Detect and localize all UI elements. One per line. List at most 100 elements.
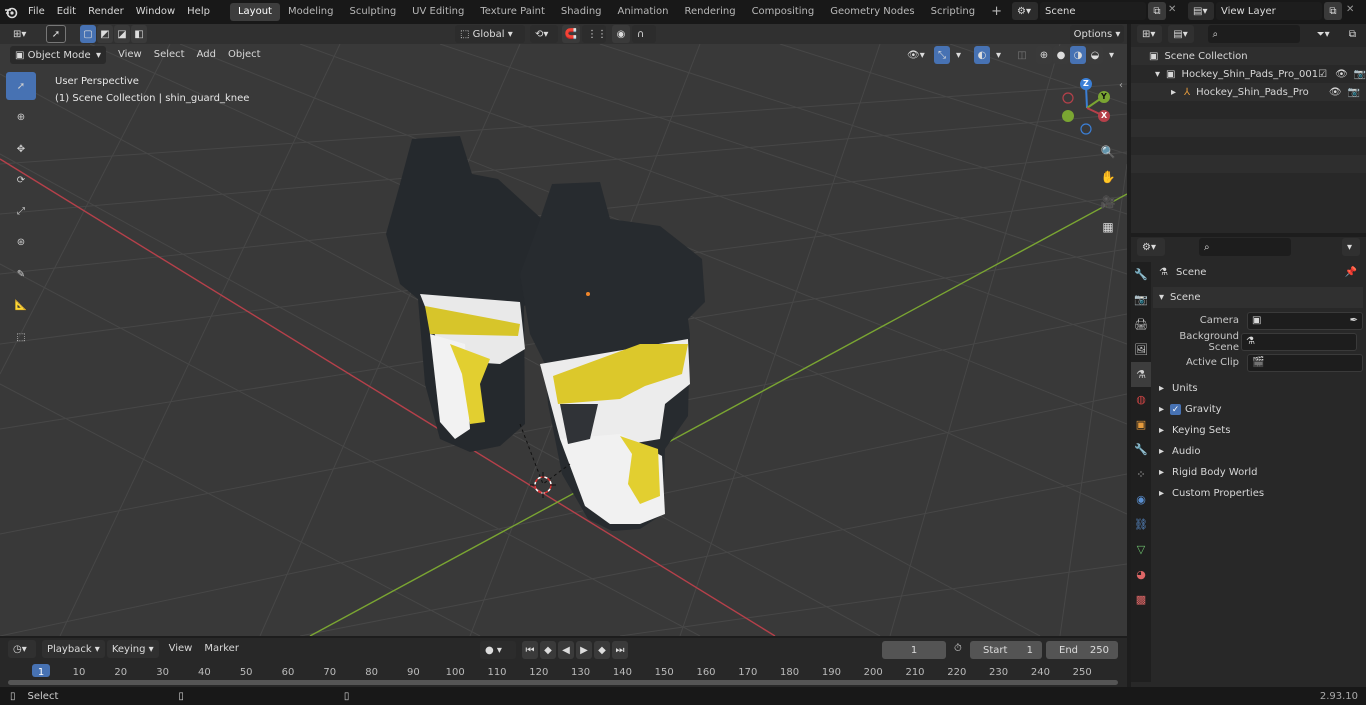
units-panel[interactable]: ▸ Units bbox=[1153, 378, 1363, 399]
zoom-view-icon[interactable]: 🔍 bbox=[1097, 141, 1119, 163]
preview-range-icon[interactable]: ⏱ bbox=[954, 643, 962, 654]
outliner-filter-icon[interactable]: ⏷▾ bbox=[1312, 25, 1339, 43]
scale-tool-icon[interactable]: ⤢ bbox=[6, 197, 36, 225]
outliner-search-field[interactable]: ⌕ bbox=[1207, 25, 1300, 43]
tab-uv-editing[interactable]: UV Editing bbox=[404, 3, 472, 21]
camera-view-icon[interactable]: 🎥 bbox=[1097, 191, 1119, 213]
outliner-editor-type-icon[interactable]: ⊞▾ bbox=[1137, 25, 1163, 43]
tab-scripting[interactable]: Scripting bbox=[923, 3, 983, 21]
pivot-point-dropdown[interactable]: ⟲▾ bbox=[530, 25, 558, 43]
scene-tab-icon[interactable]: ⚗ bbox=[1131, 362, 1151, 387]
modifier-tab-icon[interactable]: 🔧 bbox=[1131, 437, 1151, 462]
tool-tab-icon[interactable]: 🔧 bbox=[1131, 262, 1151, 287]
tab-geometry-nodes[interactable]: Geometry Nodes bbox=[822, 3, 922, 21]
properties-editor-type-icon[interactable]: ⚙▾ bbox=[1137, 238, 1165, 256]
expand-chevron-icon[interactable]: ▾ bbox=[1155, 69, 1160, 80]
select-box-mode-icon[interactable]: ▢ bbox=[80, 25, 96, 43]
select-subtract-mode-icon[interactable]: ◪ bbox=[114, 25, 130, 43]
tab-texture-paint[interactable]: Texture Paint bbox=[472, 3, 553, 21]
measure-tool-icon[interactable]: 📐 bbox=[6, 291, 36, 319]
include-checkbox-icon[interactable]: ☑ bbox=[1318, 69, 1327, 80]
outliner-item-scene-collection[interactable]: ▣ Scene Collection bbox=[1131, 47, 1366, 65]
timeline-menu-marker[interactable]: Marker bbox=[198, 637, 245, 661]
world-tab-icon[interactable]: ◍ bbox=[1131, 387, 1151, 412]
annotate-tool-icon[interactable]: ✎ bbox=[6, 260, 36, 288]
menu-edit[interactable]: Edit bbox=[51, 0, 82, 24]
add-cube-tool-icon[interactable]: ⬚ bbox=[6, 323, 36, 351]
gizmo-toggle-icon[interactable]: ⤡ bbox=[934, 46, 950, 64]
menu-render[interactable]: Render bbox=[82, 0, 130, 24]
viewport-menu-select[interactable]: Select bbox=[148, 43, 191, 67]
render-camera-icon[interactable]: 📷 bbox=[1354, 69, 1366, 80]
record-keyframe-button[interactable]: ● ▾ bbox=[480, 641, 516, 659]
remove-scene-icon[interactable]: ✕ bbox=[1168, 4, 1176, 15]
ortho-toggle-icon[interactable]: ▦ bbox=[1097, 216, 1119, 238]
select-box-tool-icon[interactable]: ➚ bbox=[6, 72, 36, 100]
3d-cursor-icon[interactable] bbox=[530, 472, 556, 498]
active-clip-field[interactable]: 🎬 bbox=[1247, 353, 1363, 372]
transform-tool-icon[interactable]: ⊛ bbox=[6, 228, 36, 256]
play-icon[interactable]: ▶ bbox=[576, 641, 592, 659]
select-extend-mode-icon[interactable]: ◩ bbox=[97, 25, 113, 43]
camera-field[interactable]: ▣ ✒ bbox=[1247, 311, 1363, 330]
outliner-display-mode-icon[interactable]: ▤▾ bbox=[1168, 25, 1194, 43]
gizmo-dropdown[interactable]: ▾ bbox=[951, 46, 965, 64]
proportional-edit-icon[interactable]: ◉ bbox=[612, 25, 630, 43]
render-tab-icon[interactable]: 📷 bbox=[1131, 287, 1151, 312]
tab-compositing[interactable]: Compositing bbox=[744, 3, 823, 21]
shading-dropdown[interactable]: ▾ bbox=[1104, 46, 1118, 64]
particles-tab-icon[interactable]: ⁘ bbox=[1131, 462, 1151, 487]
texture-tab-icon[interactable]: ▩ bbox=[1131, 587, 1151, 612]
gravity-checkbox-icon[interactable]: ✓ bbox=[1170, 404, 1182, 415]
jump-end-icon[interactable]: ⏭ bbox=[612, 641, 628, 659]
expand-chevron-icon[interactable]: ▾ bbox=[1159, 292, 1164, 303]
pan-view-icon[interactable]: ✋ bbox=[1097, 166, 1119, 188]
physics-tab-icon[interactable]: ◉ bbox=[1131, 487, 1151, 512]
timeline-menu-keying[interactable]: Keying ▾ bbox=[106, 640, 159, 658]
cursor-tool-icon[interactable]: ⊕ bbox=[6, 103, 36, 131]
new-view-layer-button[interactable]: ⧉ bbox=[1324, 2, 1342, 20]
rotate-tool-icon[interactable]: ⟳ bbox=[6, 166, 36, 194]
select-invert-mode-icon[interactable]: ◧ bbox=[131, 25, 147, 43]
scene-section-header[interactable]: ▾ Scene bbox=[1153, 287, 1363, 308]
timeline-editor-type-icon[interactable]: ◷▾ bbox=[8, 640, 36, 658]
material-tab-icon[interactable]: ◕ bbox=[1131, 562, 1151, 587]
snap-target-dropdown[interactable]: ⋮⋮ bbox=[582, 25, 607, 43]
menu-help[interactable]: Help bbox=[181, 0, 216, 24]
shading-wireframe-icon[interactable]: ⊕ bbox=[1036, 46, 1052, 64]
tab-rendering[interactable]: Rendering bbox=[676, 3, 743, 21]
tab-shading[interactable]: Shading bbox=[553, 3, 610, 21]
viewport-menu-add[interactable]: Add bbox=[191, 43, 222, 67]
timeline-menu-playback[interactable]: Playback ▾ bbox=[42, 640, 105, 658]
background-scene-field[interactable]: ⚗ bbox=[1241, 332, 1357, 351]
move-tool-icon[interactable]: ✥ bbox=[6, 135, 36, 163]
pin-icon[interactable]: 📌 bbox=[1345, 267, 1357, 278]
visibility-dropdown[interactable]: 👁▾ bbox=[902, 46, 934, 64]
render-camera-icon[interactable]: 📷 bbox=[1348, 87, 1360, 98]
object-mode-dropdown[interactable]: ▣ Object Mode ▾ bbox=[10, 46, 106, 64]
data-tab-icon[interactable]: ▽ bbox=[1131, 537, 1151, 562]
remove-view-layer-icon[interactable]: ✕ bbox=[1346, 4, 1354, 15]
snap-toggle-icon[interactable]: 🧲 bbox=[562, 25, 580, 43]
current-frame-field[interactable]: 1 bbox=[882, 641, 946, 659]
properties-search-field[interactable]: ⌕ bbox=[1199, 238, 1291, 256]
visibility-eye-icon[interactable]: 👁 bbox=[1335, 69, 1348, 80]
view-layer-type-icon[interactable]: ▤▾ bbox=[1188, 2, 1214, 20]
select-tool-icon[interactable]: ➚ bbox=[46, 25, 66, 43]
shading-rendered-icon[interactable]: ◒ bbox=[1087, 46, 1103, 64]
tab-sculpting[interactable]: Sculpting bbox=[341, 3, 404, 21]
timeline-menu-view[interactable]: View bbox=[163, 637, 199, 661]
outliner-item-shin-pads-object[interactable]: ▸ ⅄ Hockey_Shin_Pads_Pro 👁 📷 bbox=[1131, 83, 1366, 101]
constraints-tab-icon[interactable]: ⛓ bbox=[1131, 512, 1151, 537]
audio-panel[interactable]: ▸ Audio bbox=[1153, 441, 1363, 462]
tab-animation[interactable]: Animation bbox=[610, 3, 677, 21]
gravity-panel[interactable]: ▸ ✓ Gravity bbox=[1153, 399, 1363, 420]
tab-modeling[interactable]: Modeling bbox=[280, 3, 342, 21]
proportional-falloff-dropdown[interactable]: ∩ bbox=[632, 25, 656, 43]
keying-sets-panel[interactable]: ▸ Keying Sets bbox=[1153, 420, 1363, 441]
transform-orientation-dropdown[interactable]: ⬚ Global ▾ bbox=[455, 25, 525, 43]
frame-end-field[interactable]: End 250 bbox=[1046, 641, 1118, 659]
outliner-item-shin-pads-collection[interactable]: ▾ ▣ Hockey_Shin_Pads_Pro_001 ☑ 👁 📷 bbox=[1131, 65, 1366, 83]
scene-selector[interactable]: Scene bbox=[1040, 2, 1146, 20]
menu-window[interactable]: Window bbox=[130, 0, 181, 24]
